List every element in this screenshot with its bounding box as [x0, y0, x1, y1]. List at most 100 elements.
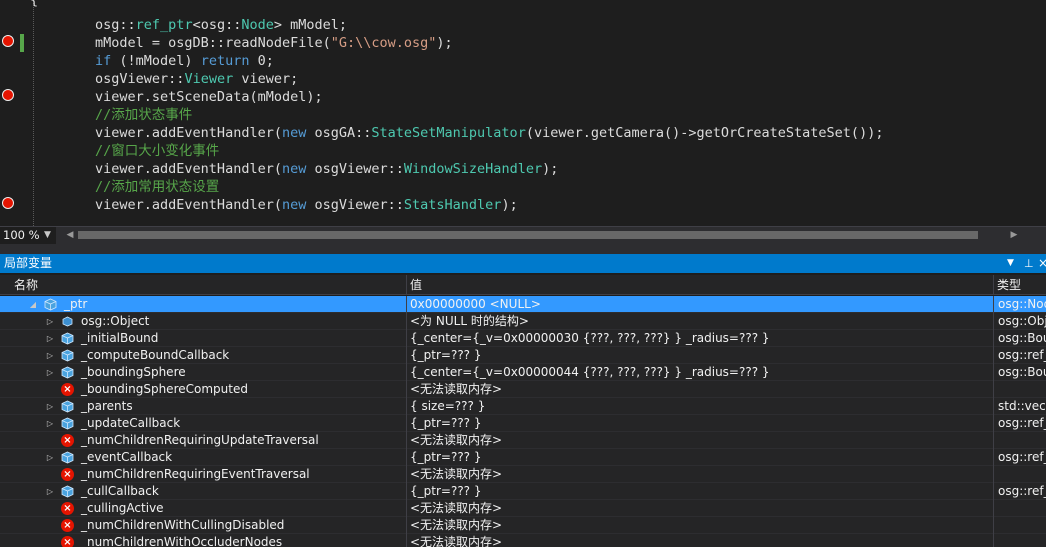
expand-arrow-icon[interactable]: ▷	[45, 347, 55, 364]
window-position-dropdown-icon[interactable]: ▼	[1007, 254, 1014, 273]
expand-arrow-icon[interactable]: ▷	[45, 449, 55, 466]
locals-window-titlebar[interactable]: 局部变量 ▼ ⊥ ×	[0, 254, 1046, 273]
variable-value[interactable]: {_ptr=??? }	[406, 415, 993, 432]
variable-value[interactable]: {_ptr=??? }	[406, 347, 993, 364]
locals-tree[interactable]: ◢ _ptr 0x00000000 <NULL>osg::Node▷ osg::Obj…	[0, 296, 1046, 547]
collapse-arrow-icon[interactable]: ◢	[28, 296, 38, 313]
locals-name-cell[interactable]: ◢ _ptr	[0, 296, 406, 313]
scroll-right-icon[interactable]: ▶	[1008, 227, 1020, 244]
expand-arrow-icon[interactable]: ▷	[45, 364, 55, 381]
code-line[interactable]: osg::ref_ptr<osg::Node> mModel;	[30, 16, 347, 34]
object-field-icon	[61, 485, 74, 498]
close-icon[interactable]: ×	[1038, 254, 1046, 273]
variable-name: _parents	[81, 399, 133, 413]
variable-name: _updateCallback	[81, 416, 181, 430]
locals-name-cell[interactable]: ▷ _boundingSphere	[0, 364, 406, 381]
locals-name-cell[interactable]: ▷ _computeBoundCallback	[0, 347, 406, 364]
variable-type: osg::ref_ptr	[993, 347, 1046, 364]
code-line[interactable]: //添加状态事件	[30, 106, 192, 124]
variable-value[interactable]: <无法读取内存>	[406, 517, 993, 534]
locals-row[interactable]: ▷osg::Object<为 NULL 时的结构>osg::Object	[0, 313, 1046, 330]
variable-value[interactable]: { size=??? }	[406, 398, 993, 415]
variable-value[interactable]: <无法读取内存>	[406, 432, 993, 449]
locals-name-cell[interactable]: × _numChildrenWithCullingDisabled	[0, 517, 406, 534]
variable-value[interactable]: {_center={_v=0x00000030 {???, ???, ???} …	[406, 330, 993, 347]
expand-arrow-icon[interactable]: ▷	[45, 330, 55, 347]
column-separator[interactable]	[993, 275, 994, 295]
zoom-dropdown[interactable]: 100 % ▼	[0, 227, 56, 244]
locals-row[interactable]: × _cullingActive <无法读取内存>	[0, 500, 1046, 517]
locals-name-cell[interactable]: × _cullingActive	[0, 500, 406, 517]
variable-value[interactable]: 0x00000000 <NULL>	[406, 296, 993, 313]
editor-horizontal-scrollbar[interactable]: 100 % ▼ ◀ ▶	[0, 226, 1046, 244]
variable-value[interactable]: <无法读取内存>	[406, 500, 993, 517]
locals-row[interactable]: ▷ _updateCallback {_ptr=??? }osg::ref_ptr	[0, 415, 1046, 432]
code-editor[interactable]: { osg::ref_ptr<osg::Node> mModel; mModel…	[0, 0, 1046, 226]
breakpoint-icon[interactable]	[2, 197, 14, 209]
variable-value[interactable]: {_center={_v=0x00000044 {???, ???, ???} …	[406, 364, 993, 381]
locals-name-cell[interactable]: ▷ _initialBound	[0, 330, 406, 347]
breakpoint-icon[interactable]	[2, 35, 14, 47]
locals-name-cell[interactable]: ▷ osg::Object	[0, 313, 406, 330]
code-line[interactable]: if (!mModel) return 0;	[30, 52, 274, 70]
locals-name-cell[interactable]: ▷ _eventCallback	[0, 449, 406, 466]
code-token: osgViewer::	[30, 71, 185, 87]
pin-icon[interactable]: ⊥	[1024, 254, 1034, 273]
column-header-name[interactable]: 名称	[14, 275, 38, 295]
locals-row[interactable]: × _numChildrenRequiringUpdateTraversal <无法…	[0, 432, 1046, 449]
variable-name: _numChildrenRequiringEventTraversal	[81, 467, 310, 481]
variable-value[interactable]: {_ptr=??? }	[406, 483, 993, 500]
breakpoint-icon[interactable]	[2, 89, 14, 101]
code-line[interactable]: viewer.addEventHandler(new osgViewer::St…	[30, 196, 518, 214]
locals-name-cell[interactable]: × _numChildrenWithOccluderNodes	[0, 534, 406, 547]
locals-name-cell[interactable]: ▷ _parents	[0, 398, 406, 415]
column-header-type[interactable]: 类型	[997, 275, 1021, 295]
code-line[interactable]: viewer.setSceneData(mModel);	[30, 88, 323, 106]
column-header-value[interactable]: 值	[410, 275, 422, 295]
locals-row[interactable]: ▷ _boundingSphere {_center={_v=0x00000044 …	[0, 364, 1046, 381]
code-line[interactable]: viewer.addEventHandler(new osgViewer::Wi…	[30, 160, 558, 178]
expand-arrow-icon[interactable]: ▷	[45, 313, 55, 330]
expand-arrow-icon[interactable]: ▷	[45, 398, 55, 415]
code-token: //窗口大小变化事件	[30, 143, 220, 159]
locals-name-cell[interactable]: × _boundingSphereComputed	[0, 381, 406, 398]
code-line[interactable]: mModel = osgDB::readNodeFile("G:\\cow.os…	[30, 34, 453, 52]
locals-row[interactable]: ▷ _cullCallback {_ptr=??? }osg::ref_ptr	[0, 483, 1046, 500]
variable-value[interactable]: <为 NULL 时的结构>	[406, 313, 993, 330]
code-line[interactable]: //添加常用状态设置	[30, 178, 219, 196]
variable-value[interactable]: {_ptr=??? }	[406, 449, 993, 466]
locals-name-cell[interactable]: ▷ _updateCallback	[0, 415, 406, 432]
error-icon: ×	[61, 468, 74, 481]
code-line[interactable]: viewer.addEventHandler(new osgGA::StateS…	[30, 124, 883, 142]
locals-name-cell[interactable]: × _numChildrenRequiringEventTraversal	[0, 466, 406, 483]
column-separator[interactable]	[406, 275, 407, 295]
locals-row[interactable]: ▷ _eventCallback {_ptr=??? }osg::ref_ptr	[0, 449, 1046, 466]
locals-row[interactable]: × _numChildrenWithCullingDisabled <无法读取内存>	[0, 517, 1046, 534]
locals-row[interactable]: × _numChildrenRequiringEventTraversal <无法读…	[0, 466, 1046, 483]
variable-value[interactable]: <无法读取内存>	[406, 381, 993, 398]
locals-row[interactable]: × _boundingSphereComputed <无法读取内存>	[0, 381, 1046, 398]
locals-row[interactable]: ◢ _ptr 0x00000000 <NULL>osg::Node	[0, 296, 1046, 313]
code-line[interactable]: osgViewer::Viewer viewer;	[30, 70, 298, 88]
locals-row[interactable]: × _numChildrenWithOccluderNodes <无法读取内存>	[0, 534, 1046, 547]
variable-value[interactable]: <无法读取内存>	[406, 466, 993, 483]
code-token: osgViewer::	[306, 197, 404, 213]
locals-row[interactable]: ▷ _parents { size=??? }std::vector	[0, 398, 1046, 415]
code-token: StateSetManipulator	[371, 125, 526, 141]
variable-value[interactable]: <无法读取内存>	[406, 534, 993, 547]
expand-arrow-icon[interactable]: ▷	[45, 415, 55, 432]
locals-name-cell[interactable]: ▷ _cullCallback	[0, 483, 406, 500]
scrollbar-thumb[interactable]	[78, 231, 978, 239]
locals-row[interactable]: ▷ _initialBound {_center={_v=0x00000030 {?…	[0, 330, 1046, 347]
chevron-down-icon: ▼	[44, 230, 51, 240]
code-line[interactable]: {	[30, 0, 38, 9]
expand-arrow-icon[interactable]: ▷	[45, 483, 55, 500]
locals-row[interactable]: ▷ _computeBoundCallback {_ptr=??? } osg::re…	[0, 347, 1046, 364]
error-icon: ×	[61, 502, 74, 515]
breakpoint-gutter[interactable]	[0, 0, 30, 226]
code-line[interactable]: //窗口大小变化事件	[30, 142, 219, 160]
locals-name-cell[interactable]: × _numChildrenRequiringUpdateTraversal	[0, 432, 406, 449]
scroll-left-icon[interactable]: ◀	[64, 227, 76, 244]
variable-name: _numChildrenWithCullingDisabled	[81, 518, 285, 532]
panel-splitter[interactable]	[0, 244, 1046, 254]
